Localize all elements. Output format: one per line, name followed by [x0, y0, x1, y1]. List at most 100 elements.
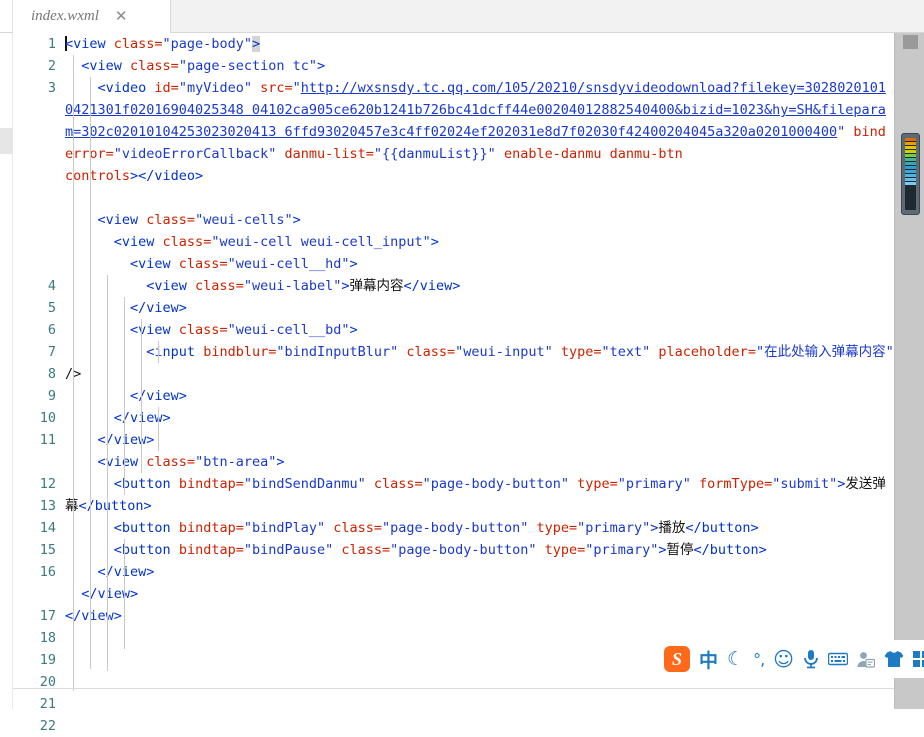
code-line[interactable]: </view>	[65, 561, 894, 583]
token-string: "page-body"	[162, 36, 252, 52]
code-line[interactable]: <view class="page-body">	[65, 33, 894, 55]
line-number: 1	[47, 36, 56, 52]
token-attr: bindtap=	[170, 476, 244, 492]
token-tag: <button	[113, 542, 171, 558]
code-line[interactable]: </view>	[65, 407, 894, 429]
token-attr: class=	[154, 234, 212, 250]
token-bracket: >	[349, 256, 358, 272]
token-endtag: </button>	[685, 520, 759, 536]
vertical-scrollbar[interactable]	[894, 33, 924, 709]
line-number: 7	[47, 344, 56, 360]
keyboard-icon[interactable]	[828, 652, 849, 666]
token-text: 暂停	[666, 542, 694, 558]
token-tag: <video	[97, 80, 147, 96]
token-attr: enable-danmu	[503, 146, 602, 162]
token-string: "bindPause"	[243, 542, 334, 558]
token-endtag: </view>	[130, 388, 187, 404]
token-tag: <button	[113, 520, 171, 536]
chinese-mode-icon[interactable]: 中	[699, 646, 718, 673]
token-bracket: >	[349, 322, 358, 338]
code-line[interactable]: <view class="weui-label">弹幕内容</view>	[65, 275, 894, 297]
change-marker	[0, 128, 13, 154]
token-tag: <button	[113, 476, 171, 492]
code-line[interactable]: <view class="weui-cell__bd">	[65, 319, 894, 341]
code-line[interactable]: </view>	[65, 429, 894, 451]
token-string: "在此处输入弹幕内容"	[755, 344, 894, 360]
code-line[interactable]: </view>	[65, 583, 894, 605]
indent-guide	[158, 341, 159, 363]
code-line[interactable]: <button bindtap="bindPlay" class="page-b…	[65, 517, 894, 539]
token-string: "page-body-button"	[422, 476, 569, 492]
token-endtag: </view>	[113, 410, 171, 426]
tab-index-wxml[interactable]: index.wxml ✕	[13, 0, 171, 33]
tab-title: index.wxml	[31, 8, 99, 24]
token-text: 播放	[658, 520, 686, 536]
sogou-logo-icon[interactable]: S	[664, 646, 690, 672]
code-line[interactable]: <view class="weui-cell weui-cell_input">	[65, 231, 894, 253]
code-line[interactable]: </view>	[65, 605, 894, 627]
code-line[interactable]: <button bindtap="bindSendDanmu" class="p…	[65, 473, 894, 517]
line-number: 2	[47, 58, 56, 74]
microphone-icon[interactable]	[803, 649, 819, 669]
line-number: 18	[39, 630, 56, 646]
token-attr: class=	[365, 476, 423, 492]
token-endtag: </button>	[693, 542, 767, 558]
line-number: 4	[47, 278, 56, 294]
line-number: 16	[39, 564, 56, 580]
toolbox-grid-icon-glyph	[913, 651, 924, 667]
line-number: 9	[47, 388, 56, 404]
scroll-up-button[interactable]	[903, 35, 918, 49]
code-line[interactable]: <view class="btn-area">	[65, 451, 894, 473]
line-number: 8	[47, 366, 56, 382]
code-line[interactable]	[65, 187, 894, 209]
line-number: 21	[39, 696, 56, 712]
token-string: "weui-cell weui-cell_input"	[211, 234, 431, 250]
code-line[interactable]: </view>	[65, 385, 894, 407]
token-string: "weui-cell__hd"	[227, 256, 350, 272]
user-account-icon-glyph	[857, 651, 876, 668]
token-string: "primary"	[577, 520, 651, 536]
token-url[interactable]: http://wxsnsdy.tc.qq.com/105/20210/snsdy…	[301, 80, 740, 96]
token-text: 弹幕内容	[349, 278, 404, 294]
token-attr: class=	[325, 520, 383, 536]
token-bracket: ></video>	[130, 168, 204, 184]
microphone-icon-glyph	[804, 650, 818, 669]
line-number: 14	[39, 520, 56, 536]
token-string: "page-body-button"	[382, 520, 529, 536]
token-bracket: >	[292, 212, 301, 228]
punctuation-icon[interactable]: °,	[753, 650, 765, 669]
code-line[interactable]: <view class="page-section tc">	[65, 55, 894, 77]
indent-guide	[73, 55, 74, 691]
bottom-divider	[13, 688, 894, 689]
scrollbar-thumb[interactable]	[901, 133, 920, 215]
toolbox-grid-icon[interactable]	[913, 651, 924, 667]
user-account-icon[interactable]	[857, 651, 876, 668]
token-tag: <view	[113, 234, 155, 250]
ime-toolbar[interactable]: S 中 ☾ °, ☺	[660, 640, 924, 678]
tab-bar: index.wxml ✕	[0, 0, 924, 33]
token-string: "weui-cell__bd"	[227, 322, 350, 338]
token-bracket: >	[341, 278, 350, 294]
token-attr: type=	[528, 520, 578, 536]
code-content[interactable]: <view class="page-body"> <view class="pa…	[65, 33, 894, 709]
token-attr: danmu-btn	[609, 146, 683, 162]
moon-icon[interactable]: ☾	[727, 648, 744, 670]
line-number: 12	[39, 476, 56, 492]
close-icon[interactable]: ✕	[115, 9, 128, 24]
code-line[interactable]: </view>	[65, 297, 894, 319]
code-line[interactable]: <input bindblur="bindInputBlur" class="w…	[65, 341, 894, 385]
tab-bar-left-strip	[0, 0, 13, 32]
token-url[interactable]: bizid=1023&hy=SH&	[683, 102, 821, 118]
token-bracket: >	[430, 234, 439, 250]
code-line[interactable]: <view class="weui-cells">	[65, 209, 894, 231]
token-endtag: </view>	[403, 278, 461, 294]
skin-shirt-icon[interactable]	[884, 650, 904, 668]
code-line[interactable]: <video id="myVideo" src="http://wxsnsdy.…	[65, 77, 894, 187]
line-number: 22	[39, 718, 56, 734]
token-string: "bindPlay"	[243, 520, 326, 536]
code-line[interactable]: <view class="weui-cell__hd">	[65, 253, 894, 275]
code-line[interactable]: <button bindtap="bindPause" class="page-…	[65, 539, 894, 561]
token-attr: type=	[536, 542, 586, 558]
emoji-icon[interactable]: ☺	[773, 647, 794, 671]
scrollbar-thumb-inner	[905, 138, 916, 210]
